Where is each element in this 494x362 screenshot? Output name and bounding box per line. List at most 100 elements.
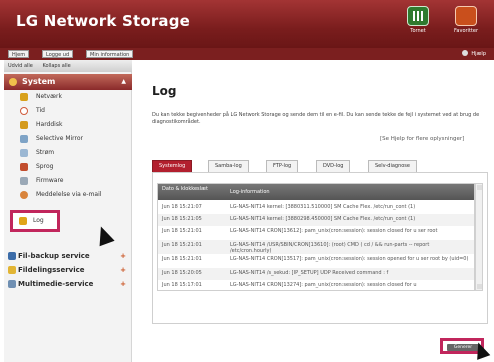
log-message: LG-NAS-NIT14 CRON[13274]: pam_unix(cron:…: [230, 282, 417, 288]
power-icon: [20, 149, 28, 157]
home-link[interactable]: Hjem: [8, 50, 30, 58]
tab-systemlog[interactable]: Systemlog: [152, 160, 193, 172]
backup-icon: [8, 252, 16, 260]
table-header: Dato & klokkeslæt Log-information: [158, 184, 474, 200]
sidebar-section-file-backup[interactable]: Fil-backup service +: [4, 250, 132, 262]
chevron-up-icon: ▲: [121, 78, 126, 85]
log-message: LG-NAS-NIT14 CRON[13612]: pam_unix(cron:…: [230, 228, 438, 234]
favorites-button[interactable]: Favoritter: [446, 6, 486, 42]
logout-link[interactable]: Logge ud: [42, 50, 74, 58]
log-panel: Dato & klokkeslæt Log-information Jun 18…: [152, 172, 488, 324]
help-icon: [461, 50, 468, 56]
sidebar-section-multimedia[interactable]: Multimedie-service +: [4, 278, 132, 290]
sidebar-item-label: Selective Mirror: [36, 135, 84, 142]
sidebar-item-label: Log: [33, 217, 44, 224]
table-row: Jun 18 15:17:01 LG-NAS-NIT14 CRON[13274]…: [158, 280, 474, 290]
sidebar-item-label: Sprog: [36, 163, 54, 170]
log-date: Jun 18 15:17:01: [162, 282, 202, 288]
log-date: Jun 18 15:21:07: [162, 204, 202, 210]
media-icon: [8, 280, 16, 288]
network-icon: [20, 93, 28, 101]
sidebar-item-label: Firmware: [36, 177, 64, 184]
expand-icon: +: [120, 266, 126, 274]
tab-ftp-log[interactable]: FTP-log: [266, 160, 299, 172]
log-info-column-header: Log-information: [230, 189, 270, 195]
log-tabs: Systemlog Samba-log FTP-log DVD-log Selv…: [152, 160, 482, 172]
sidebar-item-label: Tid: [36, 107, 45, 114]
sidebar-item-label: Meddelelse via e-mail: [36, 191, 102, 198]
sidebar-item-log[interactable]: Log: [10, 210, 60, 232]
log-date: Jun 18 15:21:01: [162, 242, 202, 248]
clock-icon: [20, 107, 28, 115]
section-label: Fildelingsservice: [18, 266, 85, 274]
expand-icon: +: [120, 252, 126, 260]
firmware-icon: [20, 177, 28, 185]
page-title: Log: [152, 84, 177, 98]
page-description: Du kan tekke begivenheder på LG Network …: [152, 112, 480, 125]
sidebar-section-system[interactable]: System ▲: [4, 74, 132, 90]
sidebar-item-time[interactable]: Tid: [4, 104, 132, 118]
date-column-header: Dato & klokkeslæt: [162, 186, 208, 192]
help-more-info-link[interactable]: [Se Hjelp for flere oplysninger]: [380, 136, 464, 142]
share-icon: [8, 266, 16, 274]
section-label: Multimedie-service: [18, 280, 94, 288]
log-scrollbar[interactable]: [475, 183, 483, 291]
log-date: Jun 18 15:21:05: [162, 216, 202, 222]
app-window: LG Network Storage Tornet Favoritter Hje…: [0, 0, 494, 362]
mouse-pointer-icon: [471, 340, 491, 360]
help-label: Hjælp: [471, 51, 486, 57]
turret-icon: [407, 6, 429, 26]
log-message: LG-NAS-NIT14 /USR/SBIN/CRON[13610]: (roo…: [230, 242, 430, 254]
section-label: Fil-backup service: [18, 252, 90, 260]
sidebar-item-firmware[interactable]: Firmware: [4, 174, 132, 188]
sidebar-item-power[interactable]: Strøm: [4, 146, 132, 160]
header: LG Network Storage Tornet Favoritter: [0, 0, 494, 48]
language-icon: [20, 163, 28, 171]
table-row: Jun 18 15:21:05 LG-NAS-NIT14 kernel: [38…: [158, 214, 474, 226]
table-row: Jun 18 15:21:07 LG-NAS-NIT14 kernel: [38…: [158, 202, 474, 214]
log-date: Jun 18 15:21:01: [162, 256, 202, 262]
help-link[interactable]: Hjælp: [461, 50, 486, 58]
table-row: Jun 18 15:20:05 LG-NAS-NIT14 /s_sekud: […: [158, 268, 474, 280]
log-message: LG-NAS-NIT14 /s_sekud: [IP_SETUP] UDP Re…: [230, 270, 389, 276]
scroll-down-icon[interactable]: [477, 284, 482, 289]
tab-dvd-log[interactable]: DVD-log: [316, 160, 351, 172]
log-table: Dato & klokkeslæt Log-information Jun 18…: [157, 183, 475, 291]
sidebar-section-file-sharing[interactable]: Fildelingsservice +: [4, 264, 132, 276]
app-title: LG Network Storage: [16, 12, 191, 30]
tab-self-diagnose[interactable]: Selv-diagnose: [368, 160, 417, 172]
system-label: System: [22, 77, 56, 86]
favorites-icon: [455, 6, 477, 26]
table-row: Jun 18 15:21:01 LG-NAS-NIT14 CRON[13517]…: [158, 254, 474, 268]
sidebar-item-label: Netværk: [36, 93, 62, 100]
log-message: LG-NAS-NIT14 kernel: [3880298.450000] SM…: [230, 216, 416, 222]
sidebar-item-harddisk[interactable]: Harddisk: [4, 118, 132, 132]
my-information-link[interactable]: Min information: [86, 50, 134, 58]
log-date: Jun 18 15:20:05: [162, 270, 202, 276]
log-date: Jun 18 15:21:01: [162, 228, 202, 234]
log-message: LG-NAS-NIT14 CRON[13517]: pam_unix(cron:…: [230, 256, 469, 262]
collapse-all-link[interactable]: Kollaps alle: [42, 63, 70, 69]
sidebar-expand-collapse: Udvid alle Kollaps alle: [4, 60, 132, 72]
sidebar-item-selective-mirror[interactable]: Selective Mirror: [4, 132, 132, 146]
system-icon: [9, 78, 17, 86]
log-message: LG-NAS-NIT14 kernel: [3880311.510000] SM…: [230, 204, 416, 210]
favorites-label: Favoritter: [454, 28, 478, 34]
log-icon: [19, 217, 27, 225]
expand-icon: +: [120, 280, 126, 288]
sidebar-item-label: Harddisk: [36, 121, 63, 128]
tab-samba-log[interactable]: Samba-log: [208, 160, 249, 172]
top-navigation: Hjem Logge ud Min information Hjælp: [0, 48, 494, 60]
email-icon: [20, 191, 28, 199]
harddisk-icon: [20, 121, 28, 129]
expand-all-link[interactable]: Udvid alle: [8, 63, 33, 69]
scroll-up-icon[interactable]: [477, 185, 482, 190]
table-row: Jun 18 15:21:01 LG-NAS-NIT14 /USR/SBIN/C…: [158, 240, 474, 254]
mirror-icon: [20, 135, 28, 143]
sidebar-item-email[interactable]: Meddelelse via e-mail: [4, 188, 132, 202]
turret-button[interactable]: Tornet: [398, 6, 438, 42]
table-row: Jun 18 15:21:01 LG-NAS-NIT14 CRON[13612]…: [158, 226, 474, 240]
sidebar-item-label: Strøm: [36, 149, 55, 156]
sidebar-item-network[interactable]: Netværk: [4, 90, 132, 104]
sidebar-item-language[interactable]: Sprog: [4, 160, 132, 174]
